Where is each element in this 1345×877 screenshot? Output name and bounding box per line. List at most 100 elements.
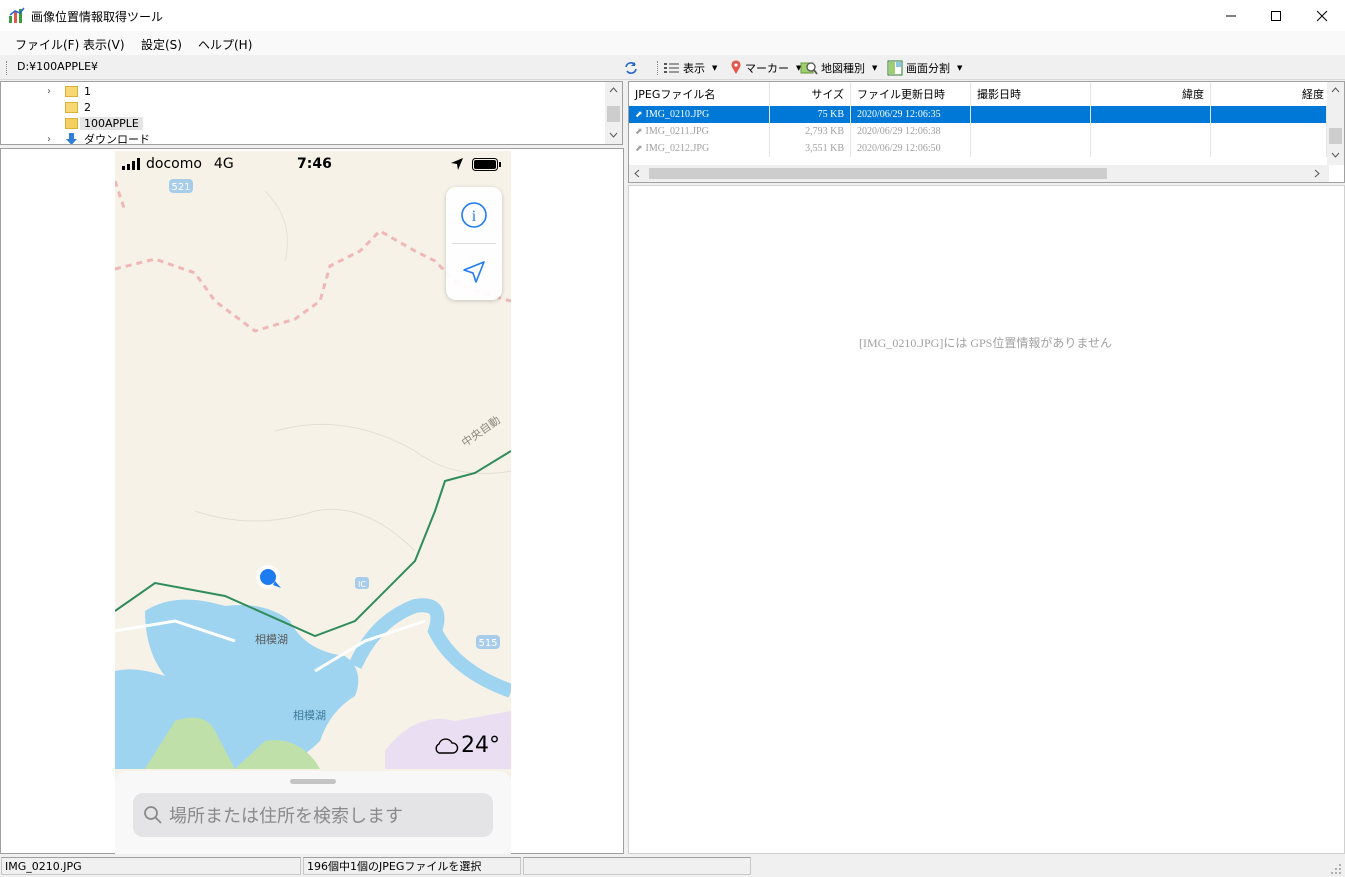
minimize-icon bbox=[1226, 15, 1236, 16]
lake-label-water: 相模湖 bbox=[293, 709, 326, 722]
toolbar-grip[interactable] bbox=[6, 61, 9, 75]
minimize-button[interactable] bbox=[1208, 0, 1254, 31]
tree-item-100apple[interactable]: 100APPLE bbox=[47, 115, 143, 131]
chevron-down-icon: ▼ bbox=[957, 63, 963, 72]
file-list[interactable]: JPEGファイル名 サイズ ファイル更新日時 撮影日時 緯度 経度 ⬈ IMG_… bbox=[628, 81, 1345, 183]
row-longitude bbox=[1211, 106, 1327, 123]
app-icon bbox=[9, 7, 25, 23]
refresh-icon bbox=[625, 61, 637, 74]
chevron-right-icon[interactable]: › bbox=[47, 134, 59, 145]
lake-label-town: 相模湖 bbox=[255, 633, 288, 646]
tree-item-2[interactable]: 2 bbox=[47, 99, 91, 115]
toolbar: D:¥100APPLE¥ 表示 ▼ マーカー ▼ 地図種別 ▼ 画面分割 ▼ bbox=[0, 55, 1345, 80]
row-latitude bbox=[1091, 123, 1211, 140]
row-modified: 2020/06/29 12:06:50 bbox=[851, 140, 971, 157]
chevron-right-icon[interactable]: › bbox=[47, 86, 59, 97]
menu-view[interactable]: 表示(V) bbox=[83, 36, 125, 53]
map-search-icon bbox=[800, 61, 818, 75]
split-label: 画面分割 bbox=[906, 61, 950, 75]
folder-open-icon bbox=[65, 117, 78, 129]
split-dropdown-button[interactable]: 画面分割 ▼ bbox=[887, 58, 962, 77]
track-location-button[interactable] bbox=[446, 244, 502, 300]
tree-item-1[interactable]: › 1 bbox=[47, 83, 91, 99]
status-bar: IMG_0210.JPG 196個中1個のJPEGファイルを選択 bbox=[0, 855, 1345, 877]
row-modified: 2020/06/29 12:06:35 bbox=[851, 106, 971, 123]
window-title: 画像位置情報取得ツール bbox=[31, 10, 164, 24]
list-horizontal-scrollbar[interactable] bbox=[629, 165, 1329, 182]
chevron-down-icon: ▼ bbox=[872, 63, 878, 72]
view-dropdown-button[interactable]: 表示 ▼ bbox=[664, 58, 717, 77]
weather-widget: 24° bbox=[433, 733, 500, 758]
signal-bars-icon bbox=[122, 158, 140, 170]
column-header-filename[interactable]: JPEGファイル名 bbox=[629, 82, 770, 105]
table-row[interactable]: ⬈ IMG_0212.JPG 3,551 KB 2020/06/29 12:06… bbox=[629, 140, 1329, 157]
title-bar: 画像位置情報取得ツール bbox=[0, 0, 1345, 31]
menu-settings[interactable]: 設定(S) bbox=[141, 36, 182, 53]
download-arrow-icon bbox=[66, 132, 77, 144]
close-icon bbox=[1316, 10, 1328, 21]
column-header-latitude[interactable]: 緯度 bbox=[1091, 82, 1211, 105]
tree-item-label: 1 bbox=[84, 84, 91, 98]
search-sheet: 場所または住所を検索します bbox=[115, 771, 511, 854]
no-gps-message: [IMG_0210.JPG]には GPS位置情報がありません bbox=[859, 336, 1112, 350]
chevron-down-icon: ▼ bbox=[712, 63, 718, 72]
row-longitude bbox=[1211, 123, 1327, 140]
map-search-input[interactable]: 場所または住所を検索します bbox=[133, 793, 493, 837]
map-type-label: 地図種別 bbox=[821, 61, 865, 75]
path-field[interactable]: D:¥100APPLE¥ bbox=[17, 60, 98, 73]
route-521-label: 521 bbox=[171, 182, 190, 193]
list-view-icon bbox=[664, 62, 679, 73]
folder-tree[interactable]: › 1 2 100APPLE › ダウンロード bbox=[0, 81, 623, 145]
toolbar-grip-2[interactable] bbox=[657, 61, 660, 75]
map-type-dropdown-button[interactable]: 地図種別 ▼ bbox=[800, 58, 877, 77]
tree-item-downloads[interactable]: › ダウンロード bbox=[47, 131, 150, 145]
tree-scroll-arrows bbox=[607, 87, 620, 138]
map-info-button[interactable]: i bbox=[446, 187, 502, 243]
menu-help[interactable]: ヘルプ(H) bbox=[198, 36, 252, 53]
column-header-modified[interactable]: ファイル更新日時 bbox=[851, 82, 971, 105]
info-icon: i bbox=[461, 202, 487, 228]
image-file-icon: ⬈ bbox=[635, 126, 643, 136]
column-header-taken[interactable]: 撮影日時 bbox=[971, 82, 1091, 105]
row-latitude bbox=[1091, 106, 1211, 123]
column-header-size[interactable]: サイズ bbox=[770, 82, 851, 105]
image-file-icon: ⬈ bbox=[635, 109, 643, 119]
row-filename: IMG_0210.JPG bbox=[645, 109, 710, 120]
column-header-longitude[interactable]: 経度 bbox=[1211, 82, 1331, 105]
carrier-label: docomo bbox=[146, 156, 202, 172]
row-taken bbox=[971, 123, 1091, 140]
marker-dropdown-button[interactable]: マーカー ▼ bbox=[730, 58, 801, 77]
row-longitude bbox=[1211, 140, 1327, 157]
status-filename: IMG_0210.JPG bbox=[1, 857, 301, 875]
tree-item-label: ダウンロード bbox=[84, 133, 150, 145]
ic-label: IC bbox=[358, 580, 366, 589]
list-hscroll-track bbox=[634, 168, 1320, 179]
row-size: 3,551 KB bbox=[770, 140, 851, 157]
route-515-label: 515 bbox=[478, 638, 497, 649]
map-controls: i bbox=[446, 187, 502, 300]
menu-file[interactable]: ファイル(F) bbox=[15, 36, 79, 53]
folder-icon bbox=[65, 85, 78, 97]
tree-item-label: 2 bbox=[84, 100, 91, 114]
row-taken bbox=[971, 140, 1091, 157]
status-selection: 196個中1個のJPEGファイルを選択 bbox=[303, 857, 521, 875]
maximize-button[interactable] bbox=[1253, 0, 1299, 31]
tree-scrollbar[interactable] bbox=[605, 82, 622, 144]
refresh-button[interactable] bbox=[624, 58, 638, 77]
sheet-handle[interactable] bbox=[290, 779, 336, 784]
table-row[interactable]: ⬈ IMG_0211.JPG 2,793 KB 2020/06/29 12:06… bbox=[629, 123, 1329, 140]
app-window: 画像位置情報取得ツール ファイル(F) 表示(V) 設定(S) ヘルプ(H) D… bbox=[0, 0, 1345, 877]
row-filename: IMG_0212.JPG bbox=[645, 143, 710, 154]
maximize-icon bbox=[1271, 10, 1281, 21]
resize-grip-icon[interactable] bbox=[1330, 863, 1342, 875]
table-row[interactable]: ⬈ IMG_0210.JPG 75 KB 2020/06/29 12:06:35 bbox=[629, 106, 1329, 123]
image-preview-pane: 521 515 IC 中央自動 相模湖 相模湖 docomo 4G 7:46 i… bbox=[0, 148, 624, 854]
map-result-pane: [IMG_0210.JPG]には GPS位置情報がありません bbox=[628, 185, 1345, 854]
list-vertical-scrollbar[interactable] bbox=[1327, 82, 1344, 165]
map-pin-icon bbox=[731, 60, 741, 74]
row-latitude bbox=[1091, 140, 1211, 157]
marker-label: マーカー bbox=[745, 61, 789, 75]
location-arrow-outline-icon bbox=[463, 261, 485, 283]
network-label: 4G bbox=[213, 156, 234, 172]
close-button[interactable] bbox=[1299, 0, 1345, 31]
